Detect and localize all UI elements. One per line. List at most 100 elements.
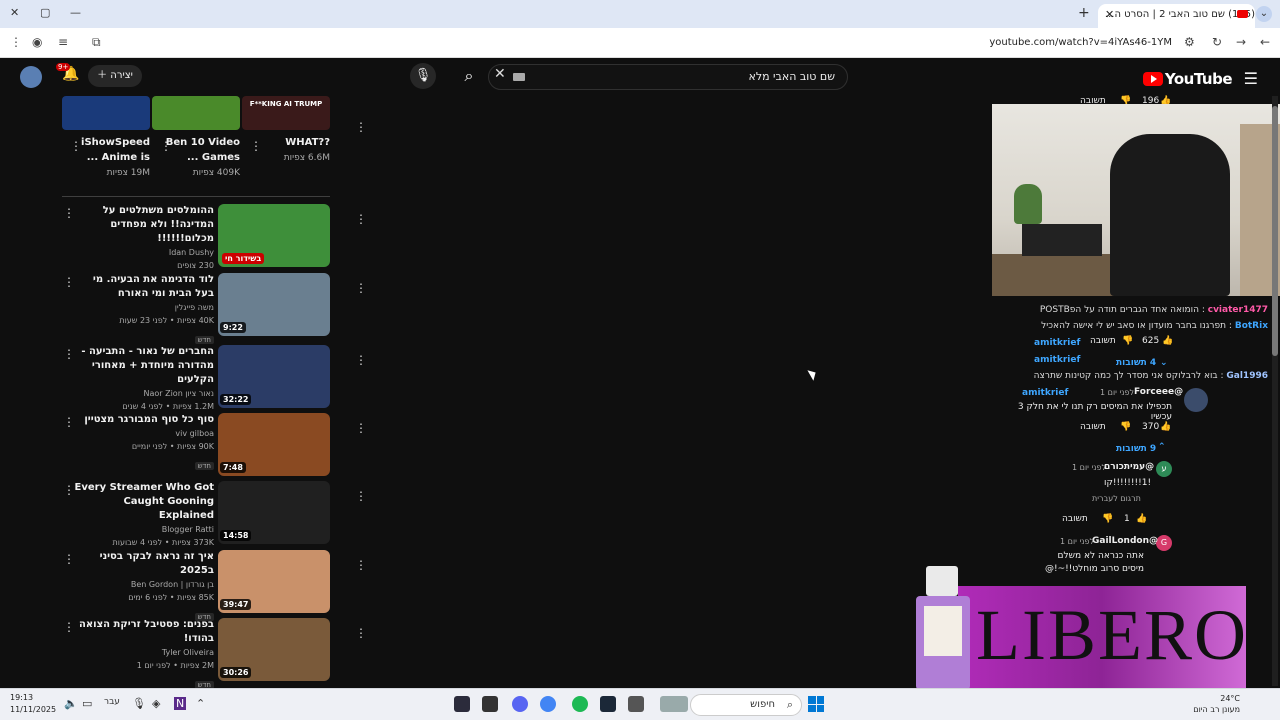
video-menu-icon[interactable]: ⋮ [355,626,367,640]
tray-overflow-icon[interactable]: ⌃ [196,697,205,710]
related-video[interactable]: 9:22 לוד הדגימה את הבעיה. מי בעל הבית ומי… [60,273,370,344]
video-more-icon[interactable]: ⋮ [63,620,75,634]
dislike-icon[interactable]: 👎 [1102,514,1113,524]
site-settings-icon[interactable]: ⚙ [1184,35,1195,49]
video-menu-icon[interactable]: ⋮ [355,558,367,572]
video-title[interactable]: איך זה נראה לבקר בסיני ב2025 [74,550,214,578]
translate-link[interactable]: תרגום לעברית [1092,494,1141,503]
channel-name[interactable]: נאור ציון Naor Zion [74,387,214,400]
video-more-icon[interactable]: ⋮ [63,206,75,220]
channel-name[interactable]: Blogger Ratti [74,523,214,536]
short-thumbnail[interactable] [152,96,240,130]
dislike-icon[interactable]: 👎 [1122,336,1133,346]
reply-button[interactable]: תשובה [1062,514,1088,524]
avatar[interactable] [20,66,42,88]
short-thumbnail[interactable] [62,96,150,130]
hamburger-menu-icon[interactable]: ☰ [1244,69,1258,88]
video-title[interactable]: סוף כל סוף המבורגר מצטיין [74,413,214,427]
related-video[interactable]: 39:47 איך זה נראה לבקר בסיני ב2025 בן גורד… [60,550,370,621]
video-thumbnail[interactable]: 39:47 [218,550,330,613]
chevron-down-icon[interactable]: ⌄ [1160,358,1168,368]
app-icon[interactable] [454,696,470,712]
video-title[interactable]: ההומלסים משתלטים על המדינה!! ולא מפחדים … [74,204,214,246]
search-input[interactable]: שם טוב האבי מלא [488,64,848,90]
video-title[interactable]: לוד הדגימה את הבעיה. מי בעל הבית ומי האו… [74,273,214,301]
vpn-tray-icon[interactable]: ◈ [152,697,160,710]
reply-button[interactable]: תשובה [1090,336,1116,346]
network-icon[interactable]: ▭ [82,697,92,710]
back-icon[interactable]: ← [1260,35,1270,49]
video-menu-icon[interactable]: ⋮ [355,421,367,435]
related-video[interactable]: 7:48 סוף כל סוף המבורגר מצטיין viv gilboa 9… [60,413,370,477]
like-icon[interactable]: 👍 [1136,514,1147,524]
close-window-icon[interactable]: ✕ [10,6,19,19]
video-title[interactable]: החברים של נאור - התביעה - מהדורה מיוחדת … [74,345,214,387]
forward-icon[interactable]: → [1236,35,1246,49]
video-more-icon[interactable]: ⋮ [63,552,75,566]
app-icon[interactable] [628,696,644,712]
steam-icon[interactable] [600,696,616,712]
address-bar[interactable]: youtube.com/watch?v=4iYAs46-1YM [114,32,1200,54]
youtube-logo[interactable]: YouTube [1142,70,1233,88]
perfume-ad-overlay[interactable]: LIBERO [912,566,1246,692]
active-tab[interactable]: (185) שם טוב האבי 2 | הסרט ה... ✕ [1098,4,1255,28]
video-thumbnail[interactable]: 32:22 [218,345,330,408]
related-video[interactable]: 14:58 Every Streamer Who Got Caught Gooni… [60,481,370,547]
shorts-shelf-more-icon[interactable]: ⋮ [355,120,367,134]
video-title[interactable]: בפנים: פסטיבל זריקת הצואה בהודו! [74,618,214,646]
video-more-icon[interactable]: ⋮ [63,347,75,361]
new-tab-button[interactable]: + [1078,5,1090,21]
short-more-icon[interactable]: ⋮ [250,139,262,153]
clear-search-icon[interactable]: ✕ [494,66,506,82]
widget-icon[interactable] [660,696,688,712]
taskbar-search[interactable]: חיפוש ⌕ [690,694,802,716]
video-menu-icon[interactable]: ⋮ [355,489,367,503]
keyboard-icon[interactable] [513,73,525,81]
video-menu-icon[interactable]: ⋮ [355,212,367,226]
spotify-icon[interactable] [572,696,588,712]
channel-name[interactable]: Idan Dushy [74,246,214,259]
profile-icon[interactable]: ◉ [32,35,42,49]
app-icon[interactable] [482,696,498,712]
menu-icon[interactable]: ⋮ [10,35,22,49]
comment-author[interactable]: @Forceee [1134,387,1183,397]
short-more-icon[interactable]: ⋮ [160,139,172,153]
avatar[interactable]: G [1156,535,1172,551]
video-title[interactable]: Every Streamer Who Got Caught Gooning Ex… [74,481,214,523]
channel-name[interactable]: משה פייגלין [74,301,214,314]
like-icon[interactable]: 👍 [1162,336,1173,346]
video-thumbnail[interactable]: 9:22 [218,273,330,336]
tab-search-icon[interactable]: ⌄ [1256,6,1272,22]
avatar[interactable]: ע [1156,461,1172,477]
video-thumbnail[interactable]: 30:26 [218,618,330,681]
comment-author[interactable]: @GailLondon [1092,536,1158,546]
video-menu-icon[interactable]: ⋮ [355,353,367,367]
weather-widget[interactable]: 24°C מעונן רב היום [1193,693,1240,715]
hide-replies-button[interactable]: 9 תשובות [1116,444,1156,454]
video-thumbnail[interactable]: 7:48 [218,413,330,476]
comment-author[interactable]: @עמיתכורם [1104,462,1154,472]
view-replies-button[interactable]: 4 תשובות [1116,358,1156,368]
video-more-icon[interactable]: ⋮ [63,275,75,289]
close-tab-icon[interactable]: ✕ [1105,8,1114,21]
create-button[interactable]: ＋ יצירה [88,65,142,87]
reload-icon[interactable]: ↻ [1212,35,1222,49]
mic-tray-icon[interactable]: 🎙 [132,697,146,710]
dislike-icon[interactable]: 👎 [1120,422,1131,432]
channel-name[interactable]: בן גורדון | Ben Gordon [74,578,214,591]
chrome-icon[interactable] [540,696,556,712]
search-icon[interactable]: ⌕ [452,62,486,90]
video-thumbnail[interactable]: בשידור חי [218,204,330,267]
minimize-icon[interactable]: — [70,6,81,19]
reply-button[interactable]: תשובה [1080,422,1106,432]
avatar[interactable] [1184,388,1208,412]
channel-name[interactable]: Tyler Oliveira [74,646,214,659]
video-thumbnail[interactable]: 14:58 [218,481,330,544]
discord-icon[interactable] [512,696,528,712]
volume-icon[interactable]: 🔈 [64,697,78,710]
language-indicator[interactable]: עבר [104,697,120,707]
scrollbar-thumb[interactable] [1272,106,1278,356]
extensions-icon[interactable]: ⧉ [92,35,101,50]
short-more-icon[interactable]: ⋮ [70,139,82,153]
mic-icon[interactable]: 🎙 [410,63,436,89]
